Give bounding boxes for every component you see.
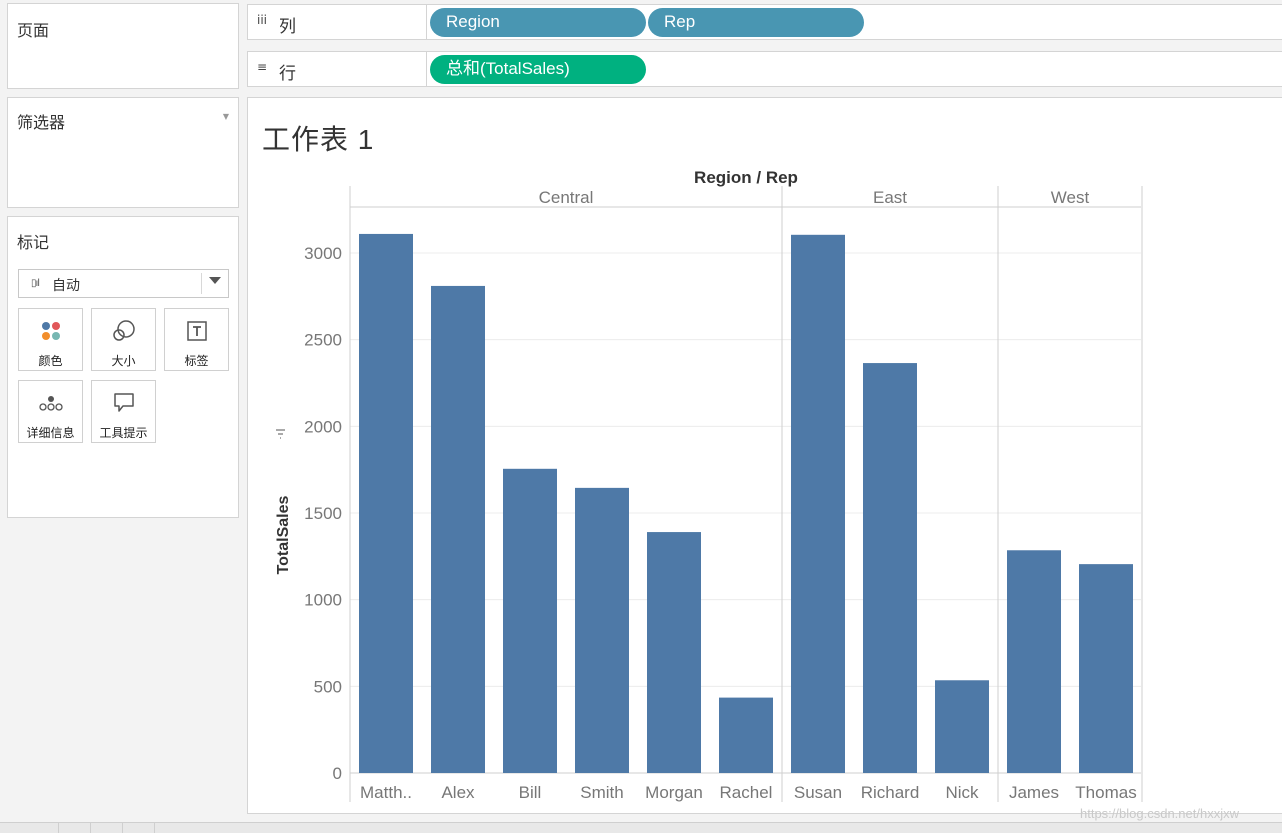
filters-menu-caret-icon[interactable]: ▼ — [223, 112, 229, 121]
size-button[interactable]: 大小 — [91, 308, 156, 371]
pill-sum-totalsales[interactable]: 总和(TotalSales) — [430, 55, 646, 84]
y-tick-label: 1000 — [304, 591, 342, 610]
y-tick-label: 1500 — [304, 504, 342, 523]
filters-panel[interactable]: 筛选器 ▼ — [7, 97, 239, 208]
tooltip-icon — [113, 393, 134, 412]
dropdown-divider — [201, 273, 202, 294]
marks-panel: 标记 ▯ıl 自动 颜色 大小 标签 详细信息 工具提示 — [7, 216, 239, 518]
columns-label: 列 — [279, 17, 296, 37]
pill-rep[interactable]: Rep — [648, 8, 864, 37]
x-tick-label: Susan — [794, 783, 842, 802]
detail-label: 详细信息 — [26, 426, 75, 440]
rows-icon: ≡ — [257, 60, 268, 74]
x-tick-label: Thomas — [1075, 783, 1136, 802]
bar — [431, 285, 485, 773]
tab-divider — [90, 823, 91, 833]
bar — [863, 363, 917, 773]
bar — [719, 697, 773, 773]
columns-shelf-label: iii 列 — [248, 5, 427, 39]
bar — [359, 233, 413, 773]
bar — [575, 487, 629, 773]
filters-title: 筛选器 — [17, 113, 66, 132]
region-header-label: East — [873, 188, 907, 207]
x-tick-label: Matth.. — [360, 783, 412, 802]
pages-title: 页面 — [17, 21, 50, 40]
size-label: 大小 — [111, 354, 136, 368]
x-tick-label: Bill — [519, 783, 542, 802]
watermark: https://blog.csdn.net/hxxjxw — [1080, 806, 1239, 821]
columns-icon: iii — [257, 13, 268, 27]
tooltip-button[interactable]: 工具提示 — [91, 380, 156, 443]
bar — [935, 680, 989, 773]
tooltip-label: 工具提示 — [99, 426, 148, 440]
column-header-title: Region / Rep — [694, 168, 798, 187]
label-button[interactable]: 标签 — [164, 308, 229, 371]
y-tick-label: 500 — [314, 677, 342, 696]
x-tick-label: Nick — [945, 783, 979, 802]
region-header-label: West — [1051, 188, 1090, 207]
marks-title: 标记 — [17, 233, 50, 252]
tab-divider — [154, 823, 155, 833]
detail-button[interactable]: 详细信息 — [18, 380, 83, 443]
columns-shelf[interactable]: iii 列 Region Rep — [247, 4, 1282, 40]
color-label: 颜色 — [38, 354, 63, 368]
tab-divider — [58, 823, 59, 833]
mark-type-label: 自动 — [52, 278, 80, 294]
color-button[interactable]: 颜色 — [18, 308, 83, 371]
bar-chart-icon: ▯ıl — [31, 278, 40, 289]
bar — [791, 234, 845, 774]
tab-divider — [122, 823, 123, 833]
size-icon — [112, 320, 135, 341]
x-tick-label: Smith — [580, 783, 623, 802]
x-tick-label: Richard — [861, 783, 920, 802]
x-tick-label: Morgan — [645, 783, 703, 802]
mark-type-dropdown[interactable]: ▯ıl 自动 — [18, 269, 229, 298]
bar — [647, 532, 701, 773]
bar — [1007, 550, 1061, 773]
rows-shelf[interactable]: ≡ 行 总和(TotalSales) — [247, 51, 1282, 87]
color-icon — [41, 322, 60, 340]
bar — [1079, 564, 1133, 773]
chevron-down-icon[interactable] — [209, 277, 221, 284]
y-axis-title: TotalSales — [275, 495, 292, 574]
y-tick-label: 2000 — [304, 417, 342, 436]
rows-label: 行 — [279, 64, 296, 84]
pages-panel[interactable]: 页面 — [7, 3, 239, 89]
bar-chart: 0 500 1000 1500 2000 2500 3000 Region / Rep Tota… — [275, 168, 1143, 802]
rows-shelf-label: ≡ 行 — [248, 52, 427, 86]
label-icon — [186, 321, 207, 341]
y-tick-label: 3000 — [304, 244, 342, 263]
detail-icon — [38, 396, 63, 411]
region-header-label: Central — [539, 188, 594, 207]
y-tick-label: 2500 — [304, 331, 342, 350]
bottom-tab-strip — [0, 822, 1282, 833]
x-tick-label: Alex — [441, 783, 475, 802]
pill-region[interactable]: Region — [430, 8, 646, 37]
worksheet[interactable]: 工作表 1 0 500 1000 1500 2000 2500 3000 Region / R… — [247, 97, 1282, 814]
label-label: 标签 — [184, 354, 209, 368]
x-tick-label: James — [1009, 783, 1059, 802]
y-tick-label: 0 — [333, 764, 342, 783]
bar — [503, 468, 557, 773]
x-tick-label: Rachel — [720, 783, 773, 802]
